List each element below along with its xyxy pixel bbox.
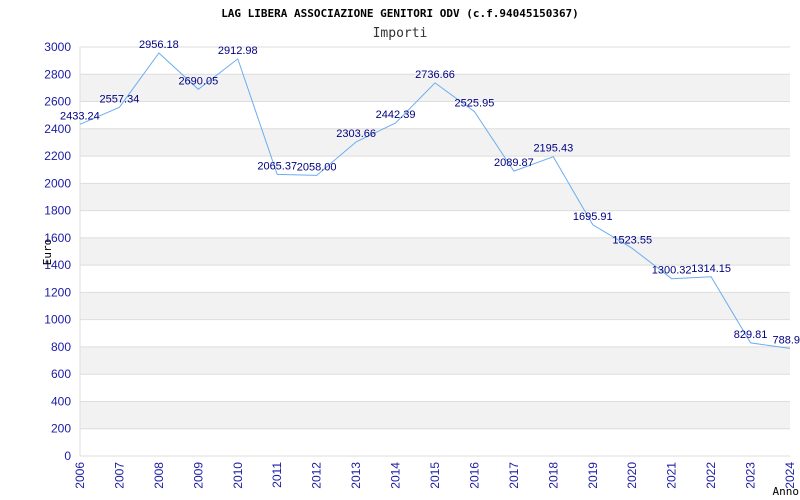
y-tick-label: 800 — [51, 340, 71, 354]
x-tick-label: 2010 — [231, 462, 245, 489]
data-label: 829.81 — [734, 329, 768, 341]
x-tick-label: 2019 — [586, 462, 600, 489]
y-tick-label: 2200 — [44, 149, 71, 163]
y-tick-label: 200 — [51, 422, 71, 436]
data-label: 1695.91 — [573, 211, 613, 223]
band — [80, 128, 790, 157]
band — [80, 374, 790, 402]
y-tick-label: 2400 — [44, 122, 71, 136]
y-axis-label: Euro — [41, 239, 54, 266]
plot-bands — [80, 47, 790, 456]
data-label: 2195.43 — [533, 143, 573, 155]
x-tick-label: 2016 — [467, 462, 481, 489]
data-label: 788.9 — [772, 334, 800, 346]
x-tick-label: 2020 — [625, 462, 639, 489]
y-tick-label: 2800 — [44, 67, 71, 81]
y-tick-label: 2000 — [44, 176, 71, 190]
x-axis-label: Anno — [773, 485, 800, 498]
band — [80, 210, 790, 238]
y-tick-label: 1800 — [44, 204, 71, 218]
data-label: 2736.66 — [415, 69, 455, 81]
data-label: 2690.05 — [178, 75, 218, 87]
data-label: 2065.37 — [257, 160, 297, 172]
band — [80, 401, 790, 429]
x-tick-label: 2018 — [546, 462, 560, 489]
y-tick-label: 3000 — [44, 40, 71, 54]
y-tick-label: 2600 — [44, 95, 71, 109]
x-tick-label: 2013 — [349, 462, 363, 489]
data-label: 2557.34 — [100, 93, 140, 105]
band — [80, 101, 790, 129]
x-tick-label: 2021 — [665, 462, 679, 489]
y-tick-label: 400 — [51, 394, 71, 408]
x-tick-label: 2009 — [191, 462, 205, 489]
y-tick-label: 600 — [51, 367, 71, 381]
band — [80, 237, 790, 266]
y-tick-label: 1200 — [44, 285, 71, 299]
y-tick-label: 1000 — [44, 313, 71, 327]
data-label: 2956.18 — [139, 39, 179, 51]
x-tick-label: 2014 — [389, 462, 403, 489]
data-label: 2058.00 — [297, 161, 337, 173]
data-label: 2912.98 — [218, 45, 258, 57]
data-label: 2089.87 — [494, 157, 534, 169]
data-label: 2525.95 — [455, 98, 495, 110]
band — [80, 156, 790, 184]
data-label: 1300.32 — [652, 265, 692, 277]
x-tick-label: 2017 — [507, 462, 521, 489]
data-label: 2433.24 — [60, 110, 100, 122]
x-tick-label: 2008 — [152, 462, 166, 489]
x-tick-label: 2011 — [270, 462, 284, 488]
x-tick-label: 2022 — [704, 462, 718, 489]
chart-subtitle: Importi — [373, 26, 428, 41]
band — [80, 428, 790, 456]
x-tick-label: 2015 — [428, 462, 442, 489]
data-label: 1314.15 — [691, 263, 731, 275]
band — [80, 183, 790, 211]
band — [80, 292, 790, 320]
x-tick-label: 2007 — [112, 462, 126, 489]
x-tick-label: 2012 — [310, 462, 324, 489]
data-label: 1523.55 — [612, 234, 652, 246]
x-axis-ticks: 2006 2007 2008 2009 2010 2011 2012 2013 2014 2015… — [73, 462, 797, 489]
chart-title: LAG LIBERA ASSOCIAZIONE GENITORI ODV (c.… — [221, 7, 579, 20]
x-tick-label: 2006 — [73, 462, 87, 489]
y-tick-label: 0 — [64, 449, 71, 463]
x-tick-label: 2023 — [744, 462, 758, 489]
data-label: 2303.66 — [336, 128, 376, 140]
band — [80, 346, 790, 375]
chart: LAG LIBERA ASSOCIAZIONE GENITORI ODV (c.… — [41, 7, 800, 498]
data-label: 2442.39 — [376, 109, 416, 121]
band — [80, 319, 790, 347]
